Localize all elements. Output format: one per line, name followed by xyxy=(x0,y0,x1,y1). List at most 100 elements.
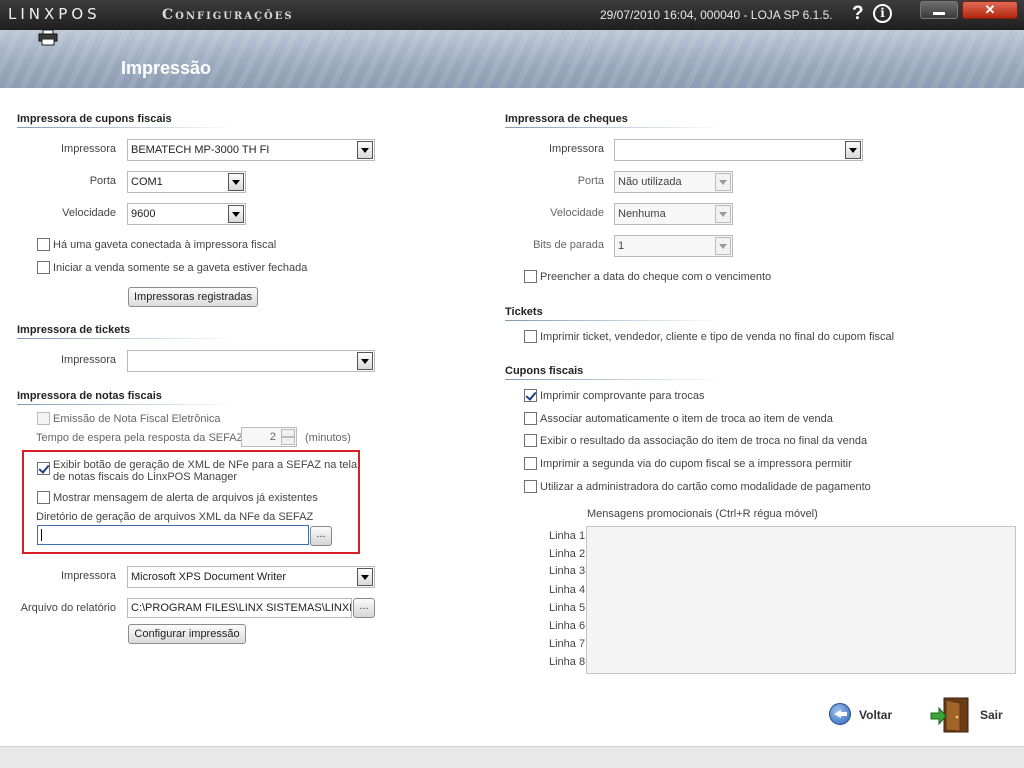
xml-button-label-line1: Exibir botão de geração de XML de NFe pa… xyxy=(53,459,358,471)
line-label: Linha 1 xyxy=(549,530,586,542)
receipt-option-label: Exibir o resultado da associação do item… xyxy=(540,435,868,447)
cheque-printer-select[interactable] xyxy=(614,139,863,161)
cheque-port-label: Porta xyxy=(577,175,604,187)
chevron-down-icon[interactable] xyxy=(228,173,244,191)
promo-messages-title: Mensagens promocionais (Ctrl+R régua móv… xyxy=(587,508,818,520)
fill-date-label: Preencher a data do cheque com o vencime… xyxy=(540,271,772,283)
receipt-option-checkbox[interactable] xyxy=(524,457,537,470)
title-bar: LINXPOS Configurações 29/07/2010 16:04, … xyxy=(0,0,1024,30)
xml-button-checkbox[interactable] xyxy=(37,462,50,475)
cheque-printer-label: Impressora xyxy=(548,143,604,155)
close-button[interactable]: ✕ xyxy=(962,1,1018,19)
line-label: Linha 8 xyxy=(549,656,586,668)
receipt-option-checkbox[interactable] xyxy=(524,434,537,447)
fiscal-port-select[interactable]: COM1 xyxy=(127,171,246,193)
section-receipts: Cupons fiscais xyxy=(505,365,725,380)
chevron-down-icon[interactable] xyxy=(715,173,731,191)
line-label: Linha 4 xyxy=(549,584,586,596)
exit-button[interactable]: Sair xyxy=(980,708,1003,722)
line-label: Linha 6 xyxy=(549,620,586,632)
section-tickets: Tickets xyxy=(505,306,725,321)
cheque-speed-select[interactable]: Nenhuma xyxy=(614,203,733,225)
wait-time-unit: (minutos) xyxy=(305,432,351,444)
drawer-checkbox[interactable] xyxy=(37,238,50,251)
line-label: Linha 5 xyxy=(549,602,586,614)
receipt-option-label: Associar automaticamente o item de troca… xyxy=(540,413,833,425)
receipt-option-checkbox[interactable] xyxy=(524,389,537,402)
cheque-speed-label: Velocidade xyxy=(550,207,604,219)
fiscal-printer-select[interactable]: BEMATECH MP-3000 TH FI xyxy=(127,139,375,161)
section-invoice-printer: Impressora de notas fiscais xyxy=(17,390,237,405)
line-label: Linha 3 xyxy=(549,565,586,577)
app-title: Configurações xyxy=(162,7,294,23)
receipt-option-label: Imprimir a segunda via do cupom fiscal s… xyxy=(540,458,852,470)
receipt-option-label: Imprimir comprovante para trocas xyxy=(540,390,705,402)
back-button[interactable]: Voltar xyxy=(859,708,892,722)
cheque-port-select[interactable]: Não utilizada xyxy=(614,171,733,193)
stopbits-value: 1 xyxy=(618,240,625,252)
printer-icon xyxy=(38,30,58,46)
closed-drawer-checkbox[interactable] xyxy=(37,261,50,274)
info-icon[interactable]: i xyxy=(873,4,892,23)
wait-time-value: 2 xyxy=(269,431,276,443)
fiscal-printer-label: Impressora xyxy=(60,143,116,155)
chevron-down-icon[interactable] xyxy=(228,205,244,223)
fiscal-port-value: COM1 xyxy=(131,176,163,188)
xml-dir-label: Diretório de geração de arquivos XML da … xyxy=(36,511,314,523)
line-label: Linha 2 xyxy=(549,548,586,560)
chevron-down-icon[interactable] xyxy=(357,568,373,586)
print-ticket-checkbox[interactable] xyxy=(524,330,537,343)
promo-messages-textarea[interactable] xyxy=(586,526,1016,674)
closed-drawer-label: Iniciar a venda somente se a gaveta esti… xyxy=(53,262,308,274)
drawer-label: Há uma gaveta conectada à impressora fis… xyxy=(53,239,277,251)
back-arrow-icon[interactable] xyxy=(829,703,851,725)
fiscal-port-label: Porta xyxy=(89,175,116,187)
chevron-down-icon[interactable] xyxy=(357,352,373,370)
ticket-printer-label: Impressora xyxy=(60,354,116,366)
registered-printers-button[interactable]: Impressoras registradas xyxy=(128,287,258,307)
alert-label: Mostrar mensagem de alerta de arquivos j… xyxy=(53,492,318,504)
fiscal-speed-label: Velocidade xyxy=(62,207,116,219)
stopbits-select[interactable]: 1 xyxy=(614,235,733,257)
report-file-label: Arquivo do relatório xyxy=(20,602,116,614)
text-cursor xyxy=(41,529,42,542)
configure-print-button[interactable]: Configurar impressão xyxy=(128,624,246,644)
exit-door-icon[interactable] xyxy=(930,696,970,734)
chevron-down-icon[interactable] xyxy=(715,237,731,255)
status-bar xyxy=(0,746,1024,768)
wait-time-spinner[interactable]: 2 xyxy=(241,427,297,447)
page-header: Impressão xyxy=(0,30,1024,88)
fiscal-speed-value: 9600 xyxy=(131,208,156,220)
chevron-down-icon[interactable] xyxy=(715,205,731,223)
xml-dir-input[interactable] xyxy=(37,525,309,545)
spin-down-icon[interactable] xyxy=(281,437,295,445)
status-text: 29/07/2010 16:04, 000040 - LOJA SP 6.1.5… xyxy=(600,8,833,22)
invoice-printer-value: Microsoft XPS Document Writer xyxy=(131,571,287,583)
chevron-down-icon[interactable] xyxy=(357,141,373,159)
stopbits-label: Bits de parada xyxy=(533,239,604,251)
fiscal-printer-value: BEMATECH MP-3000 TH FI xyxy=(131,144,270,156)
xml-button-label-line2: de notas fiscais do LinxPOS Manager xyxy=(53,471,238,483)
fill-date-checkbox[interactable] xyxy=(524,270,537,283)
fiscal-speed-select[interactable]: 9600 xyxy=(127,203,246,225)
line-label: Linha 7 xyxy=(549,638,586,650)
invoice-printer-label: Impressora xyxy=(60,570,116,582)
minimize-button[interactable] xyxy=(920,1,958,19)
ticket-printer-select[interactable] xyxy=(127,350,375,372)
receipt-option-checkbox[interactable] xyxy=(524,412,537,425)
cheque-port-value: Não utilizada xyxy=(618,176,682,188)
help-icon[interactable]: ? xyxy=(852,3,864,25)
page-title: Impressão xyxy=(121,58,212,78)
report-file-value: C:\PROGRAM FILES\LINX SISTEMAS\LINXPOS xyxy=(131,602,352,614)
report-file-input[interactable]: C:\PROGRAM FILES\LINX SISTEMAS\LINXPOS xyxy=(127,598,352,618)
chevron-down-icon[interactable] xyxy=(845,141,861,159)
nfe-checkbox[interactable] xyxy=(37,412,50,425)
receipt-option-checkbox[interactable] xyxy=(524,480,537,493)
section-fiscal-printer: Impressora de cupons fiscais xyxy=(17,113,237,128)
report-file-browse-button[interactable]: ... xyxy=(353,598,375,618)
invoice-printer-select[interactable]: Microsoft XPS Document Writer xyxy=(127,566,375,588)
app-logo: LINXPOS xyxy=(8,5,101,23)
alert-checkbox[interactable] xyxy=(37,491,50,504)
xml-dir-browse-button[interactable]: ... xyxy=(310,526,332,546)
spin-up-icon[interactable] xyxy=(281,429,295,437)
